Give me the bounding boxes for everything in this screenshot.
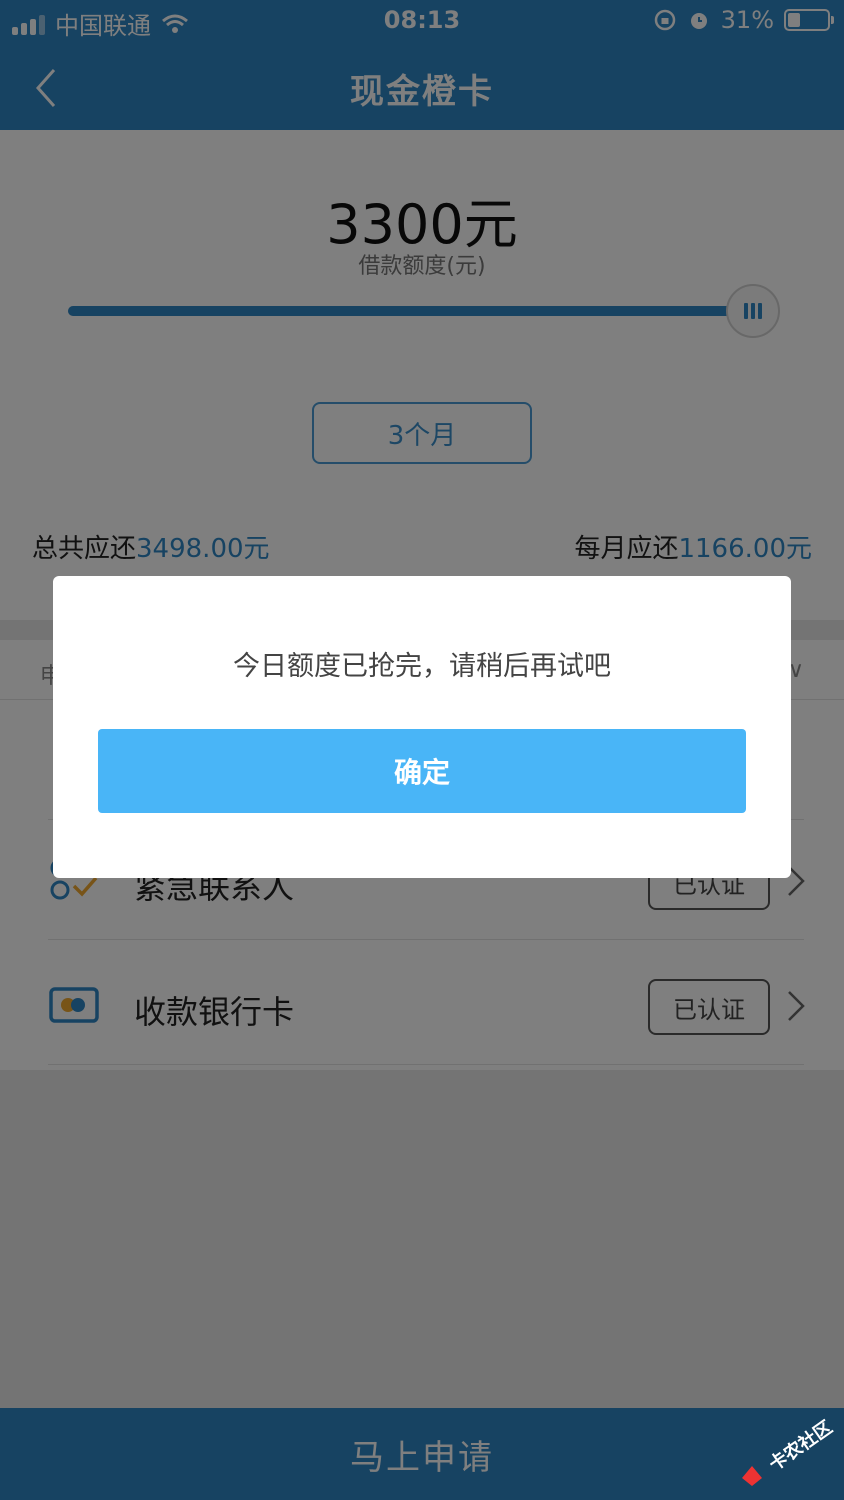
- dialog-message: 今日额度已抢完，请稍后再试吧: [233, 651, 611, 682]
- confirm-button[interactable]: 确定: [98, 729, 746, 813]
- alert-dialog: 今日额度已抢完，请稍后再试吧 确定: [53, 576, 791, 878]
